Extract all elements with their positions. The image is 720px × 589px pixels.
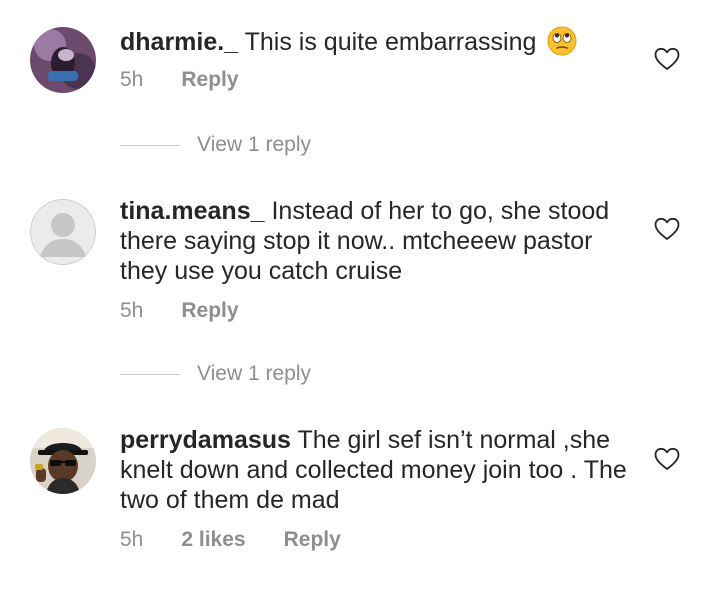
view-replies-label[interactable]: View 1 reply [197,362,311,386]
reply-button[interactable]: Reply [181,299,238,323]
default-user-icon [30,199,96,265]
comment-body: dharmie._ This is quite embarrassing [120,26,630,57]
comment-username[interactable]: tina.means_ [120,197,265,225]
heart-icon[interactable] [654,447,680,471]
comment-meta: 5h Reply [120,299,239,323]
comment-time: 5h [120,528,144,551]
comment-time: 5h [120,68,144,91]
avatar[interactable] [30,428,96,494]
reply-button[interactable]: Reply [284,528,341,552]
view-replies-button[interactable]: View 1 reply [120,130,311,160]
comment-text: This is quite embarrassing [244,28,537,56]
comment-username[interactable]: dharmie._ [120,28,238,56]
avatar[interactable] [30,27,96,93]
comment-meta: 5h 2 likes Reply [120,528,341,552]
divider-line [120,373,180,375]
avatar[interactable] [30,199,96,265]
reply-button[interactable]: Reply [181,68,238,92]
view-replies-button[interactable]: View 1 reply [120,359,311,389]
heart-icon[interactable] [654,47,680,71]
user-photo-icon [30,27,96,93]
divider-line [120,144,180,146]
user-photo-icon [30,428,96,494]
comment-username[interactable]: perrydamasus [120,426,291,454]
comment-body: tina.means_ Instead of her to go, she st… [120,196,630,286]
heart-icon[interactable] [654,217,680,241]
likes-count[interactable]: 2 likes [181,528,245,552]
comment-time: 5h [120,299,144,322]
rolling-eyes-emoji-icon [547,26,577,56]
view-replies-label[interactable]: View 1 reply [197,133,311,157]
comment-body: perrydamasus The girl sef isn’t normal ,… [120,425,630,515]
comment-meta: 5h Reply [120,68,239,92]
